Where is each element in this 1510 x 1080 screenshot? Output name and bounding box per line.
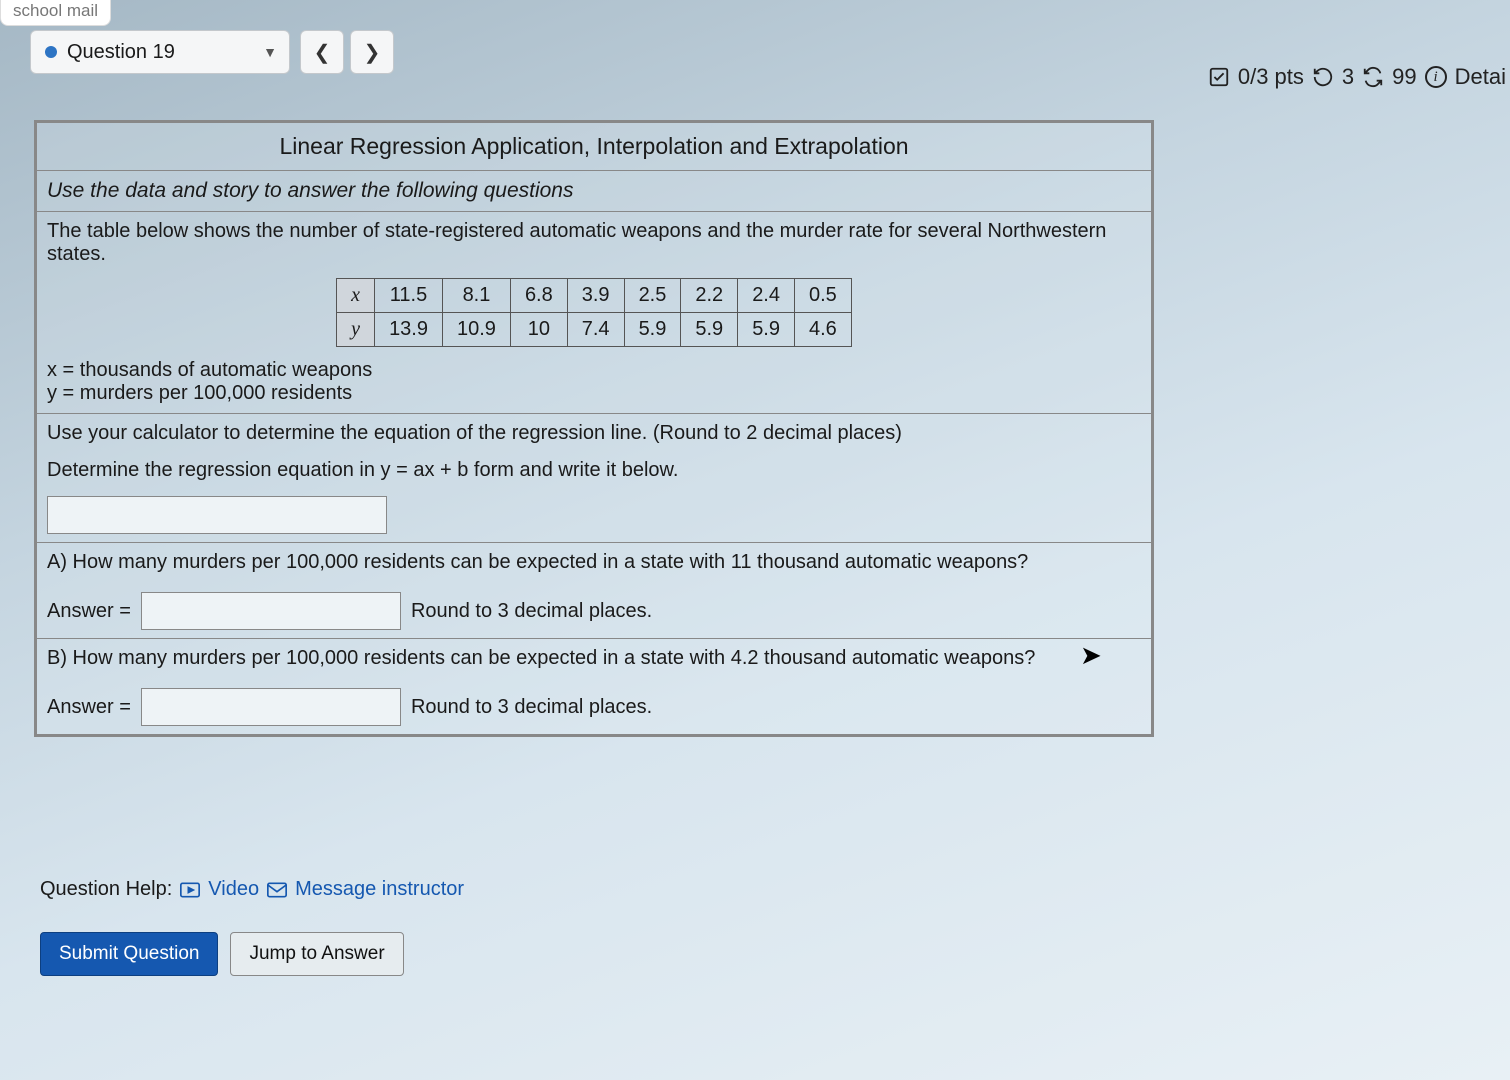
cycle-icon xyxy=(1362,66,1384,88)
button-row: Submit Question Jump to Answer xyxy=(40,932,404,976)
retry-value: 99 xyxy=(1392,64,1416,90)
regression-section: Use your calculator to determine the equ… xyxy=(37,414,1151,543)
prev-question-button[interactable]: ❮ xyxy=(300,30,344,74)
regression-instruction-2: Determine the regression equation in y =… xyxy=(47,459,1141,482)
info-icon[interactable]: i xyxy=(1425,66,1447,88)
status-dot-icon xyxy=(45,46,57,58)
round-note: Round to 3 decimal places. xyxy=(411,600,652,623)
intro-text: The table below shows the number of stat… xyxy=(47,220,1141,266)
help-label: Question Help: xyxy=(40,878,172,901)
chevron-left-icon: ❮ xyxy=(314,40,331,65)
round-note: Round to 3 decimal places. xyxy=(411,696,652,719)
tab-label: school mail xyxy=(13,1,98,20)
cell: 11.5 xyxy=(375,279,443,313)
video-link[interactable]: Video xyxy=(208,878,259,901)
answer-label: Answer = xyxy=(47,600,131,623)
score-bar: 0/3 pts 3 99 i Detai xyxy=(1208,64,1510,90)
cell: 0.5 xyxy=(795,279,852,313)
part-b-section: B) How many murders per 100,000 resident… xyxy=(37,639,1151,734)
cell: 2.5 xyxy=(624,279,681,313)
video-icon xyxy=(180,882,200,898)
browser-tab[interactable]: school mail xyxy=(0,0,111,26)
browser-tab-strip: school mail xyxy=(0,0,111,26)
mail-icon xyxy=(267,882,287,898)
cell: 3.9 xyxy=(567,279,624,313)
cell: 10.9 xyxy=(443,313,511,347)
question-help-row: Question Help: Video Message instructor xyxy=(40,878,464,901)
cell: 5.9 xyxy=(624,313,681,347)
next-question-button[interactable]: ❯ xyxy=(350,30,394,74)
cursor-icon: ➤ xyxy=(1080,640,1102,671)
cell: 10 xyxy=(510,313,567,347)
question-selector[interactable]: Question 19 ▼ xyxy=(30,30,290,74)
part-a-section: A) How many murders per 100,000 resident… xyxy=(37,543,1151,639)
row-label-y: y xyxy=(337,313,375,347)
question-nav-bar: Question 19 ▼ ❮ ❯ xyxy=(30,30,394,74)
row-label-x: x xyxy=(337,279,375,313)
part-a-answer-input[interactable] xyxy=(141,592,401,630)
cell: 7.4 xyxy=(567,313,624,347)
cell: 2.4 xyxy=(738,279,795,313)
checkbox-icon xyxy=(1208,66,1230,88)
cell: 8.1 xyxy=(443,279,511,313)
question-title: Linear Regression Application, Interpola… xyxy=(37,123,1151,171)
part-b-answer-input[interactable] xyxy=(141,688,401,726)
cell: 4.6 xyxy=(795,313,852,347)
cell: 13.9 xyxy=(375,313,443,347)
data-table: x 11.5 8.1 6.8 3.9 2.5 2.2 2.4 0.5 y 13.… xyxy=(336,278,852,347)
y-definition: y = murders per 100,000 residents xyxy=(47,382,1141,405)
part-b-question: B) How many murders per 100,000 resident… xyxy=(47,647,1141,670)
question-selector-label: Question 19 xyxy=(67,41,175,64)
jump-to-answer-button[interactable]: Jump to Answer xyxy=(230,932,403,976)
details-link[interactable]: Detai xyxy=(1455,64,1506,90)
chevron-right-icon: ❯ xyxy=(364,40,381,65)
caret-down-icon: ▼ xyxy=(263,44,277,60)
cell: 6.8 xyxy=(510,279,567,313)
retry-arrow-icon xyxy=(1312,66,1334,88)
question-instruction: Use the data and story to answer the fol… xyxy=(37,171,1151,212)
attempts-value: 3 xyxy=(1342,64,1354,90)
cell: 5.9 xyxy=(681,313,738,347)
variable-definitions: x = thousands of automatic weapons y = m… xyxy=(47,359,1141,405)
regression-equation-input[interactable] xyxy=(47,496,387,534)
data-section: The table below shows the number of stat… xyxy=(37,212,1151,414)
answer-label: Answer = xyxy=(47,696,131,719)
submit-question-button[interactable]: Submit Question xyxy=(40,932,218,976)
table-row: x 11.5 8.1 6.8 3.9 2.5 2.2 2.4 0.5 xyxy=(337,279,852,313)
cell: 5.9 xyxy=(738,313,795,347)
cell: 2.2 xyxy=(681,279,738,313)
x-definition: x = thousands of automatic weapons xyxy=(47,359,1141,382)
regression-instruction-1: Use your calculator to determine the equ… xyxy=(47,422,1141,445)
question-card: Linear Regression Application, Interpola… xyxy=(34,120,1154,737)
message-instructor-link[interactable]: Message instructor xyxy=(295,878,464,901)
score-text: 0/3 pts xyxy=(1238,64,1304,90)
part-a-question: A) How many murders per 100,000 resident… xyxy=(47,551,1141,574)
table-row: y 13.9 10.9 10 7.4 5.9 5.9 5.9 4.6 xyxy=(337,313,852,347)
